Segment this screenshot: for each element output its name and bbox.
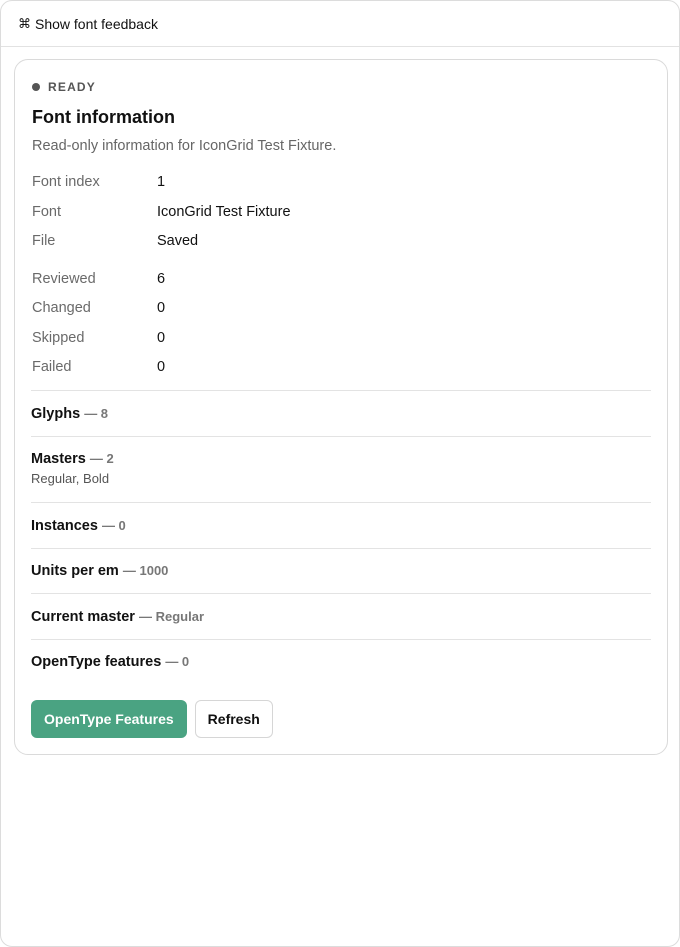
section-label: Current master	[31, 609, 135, 625]
section-value: — 2	[89, 451, 114, 466]
section-value: — 8	[84, 406, 109, 421]
command-icon: ⌘	[18, 16, 31, 31]
stat-value: 0	[157, 359, 166, 375]
stat-row-reviewed: Reviewed 6	[32, 271, 165, 287]
stat-value: 0	[157, 300, 166, 316]
stat-key: Changed	[32, 300, 91, 316]
info-value: 1	[157, 174, 166, 190]
stat-row-changed: Changed 0	[32, 300, 165, 316]
info-row-font: Font IconGrid Test Fixture	[32, 204, 291, 220]
section-glyphs: Glyphs — 8	[31, 390, 651, 422]
page-title: Font information	[32, 107, 175, 127]
section-sublabel: Regular, Bold	[31, 471, 110, 486]
font-info-card: READY Font information Read-only informa…	[14, 59, 668, 755]
section-units-per-em: Units per em — 1000	[31, 548, 651, 579]
section-label: Units per em	[31, 563, 119, 579]
refresh-button[interactable]: Refresh	[194, 700, 273, 738]
status-indicator: READY	[32, 80, 96, 94]
app-window: ⌘ Show font feedback READY Font informat…	[0, 0, 680, 947]
section-value: — 1000	[122, 563, 169, 578]
status-label: READY	[48, 80, 97, 94]
stat-row-failed: Failed 0	[32, 359, 165, 375]
section-label: Glyphs	[31, 406, 81, 422]
section-label: OpenType features	[31, 654, 162, 670]
info-key: Font index	[32, 174, 100, 190]
section-masters: Masters — 2 Regular, Bold	[31, 436, 651, 486]
info-value: Saved	[157, 233, 199, 249]
stat-row-skipped: Skipped 0	[32, 330, 165, 346]
section-value: — 0	[101, 518, 126, 533]
show-font-feedback-label: Show font feedback	[35, 15, 158, 32]
status-dot-icon	[32, 83, 40, 91]
section-opentype-features: OpenType features — 0	[31, 639, 651, 670]
info-key: Font	[32, 204, 62, 220]
stat-value: 0	[157, 330, 166, 346]
section-label: Masters	[31, 451, 86, 467]
section-value: — 0	[165, 654, 190, 669]
stat-key: Failed	[32, 359, 72, 375]
section-instances: Instances — 0	[31, 502, 651, 534]
stat-key: Skipped	[32, 330, 85, 346]
top-bar: ⌘ Show font feedback	[1, 1, 679, 47]
show-font-feedback-button[interactable]: ⌘ Show font feedback	[18, 16, 158, 32]
page-subtitle: Read-only information for IconGrid Test …	[32, 138, 337, 154]
info-key: File	[32, 233, 56, 249]
section-value: — Regular	[138, 609, 204, 624]
info-row-file: File Saved	[32, 233, 198, 249]
opentype-features-button[interactable]: OpenType Features	[31, 700, 187, 738]
stat-key: Reviewed	[32, 271, 96, 287]
info-row-font-index: Font index 1	[32, 174, 165, 190]
section-label: Instances	[31, 518, 98, 534]
section-current-master: Current master — Regular	[31, 593, 651, 625]
info-value: IconGrid Test Fixture	[157, 204, 291, 220]
action-bar: OpenType Features Refresh	[31, 700, 273, 738]
stat-value: 6	[157, 271, 166, 287]
